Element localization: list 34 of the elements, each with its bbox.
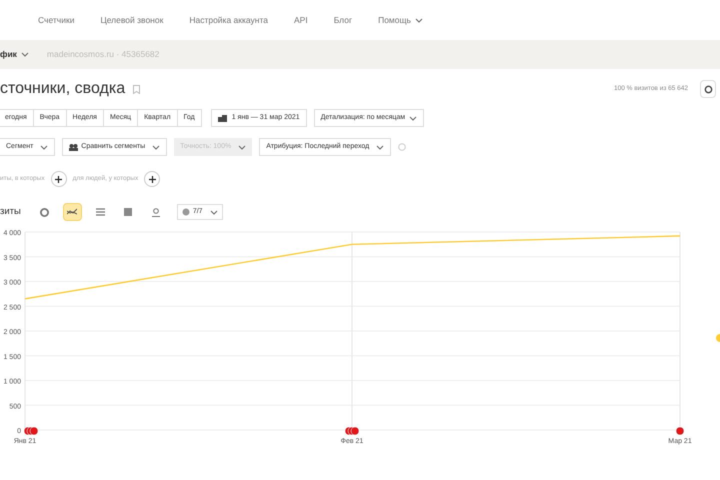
- nav-link[interactable]: Настройка аккаунта: [189, 14, 268, 26]
- nav-link[interactable]: Блог: [334, 14, 352, 26]
- settings-icon: [704, 84, 712, 94]
- line-chart-icon: [67, 208, 78, 216]
- chevron-icon: [376, 144, 384, 150]
- chevron-icon: [40, 144, 48, 150]
- nav-link[interactable]: Помощь: [378, 14, 423, 26]
- map-pin-icon: [152, 208, 160, 216]
- annotation-icon[interactable]: [24, 426, 38, 436]
- chevron-icon: [20, 52, 29, 57]
- view-toggle[interactable]: [62, 203, 82, 221]
- bar-chart-icon: [124, 208, 132, 216]
- nav-link[interactable]: API: [294, 14, 308, 26]
- report-menu[interactable]: фик: [0, 48, 29, 61]
- chart-title: зиты: [0, 204, 21, 219]
- nav-link[interactable]: Целевой звонок: [100, 14, 164, 26]
- calendar-icon: [218, 114, 227, 122]
- annotation-icon[interactable]: [344, 426, 360, 436]
- people-icon: [69, 144, 78, 150]
- add-condition-button[interactable]: [144, 171, 160, 187]
- comment-icon: [182, 208, 190, 216]
- chevron-icon: [152, 144, 160, 150]
- stacked-chart-icon: [96, 208, 105, 216]
- pie-chart-icon: [40, 208, 49, 216]
- nav-link[interactable]: Счетчики: [38, 14, 74, 26]
- add-condition-button[interactable]: [50, 171, 67, 187]
- report-title: сточники, сводка: [0, 79, 126, 99]
- settings-button[interactable]: [700, 80, 716, 98]
- plus-icon: [148, 176, 156, 182]
- chevron-icon: [409, 116, 418, 120]
- plus-icon: [55, 176, 62, 182]
- annotation-icon[interactable]: [676, 426, 684, 436]
- chevron-icon: [238, 144, 246, 150]
- chevron-icon: [210, 210, 218, 214]
